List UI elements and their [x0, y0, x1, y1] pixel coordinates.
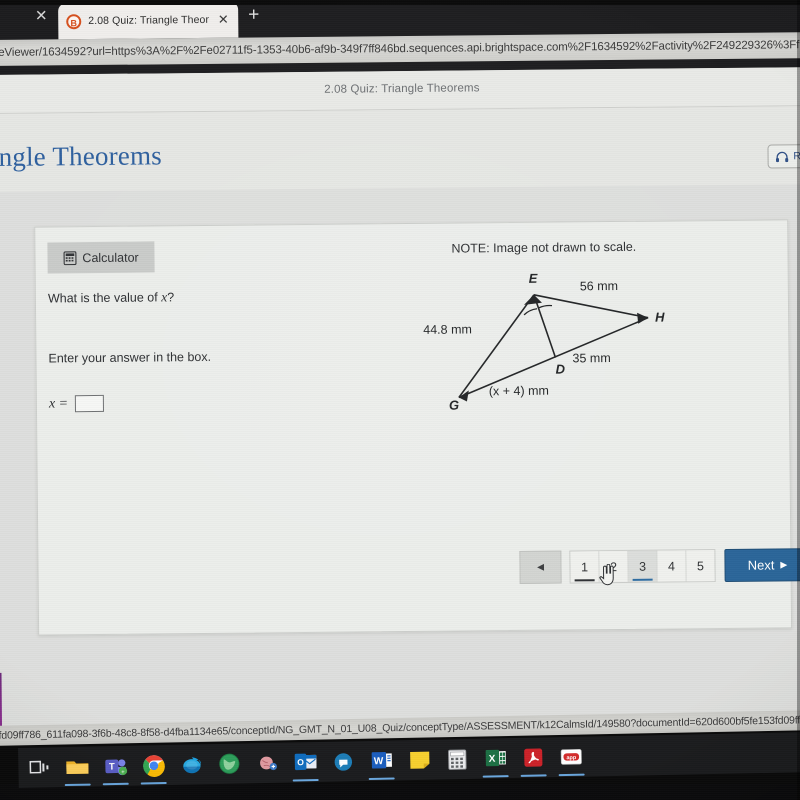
outlook-icon[interactable]: O — [290, 747, 321, 778]
side-label-EH: 56 mm — [580, 279, 618, 293]
adobe-acrobat-icon[interactable] — [518, 742, 549, 773]
svg-text:T: T — [108, 761, 114, 772]
answer-instruction: Enter your answer in the box. — [48, 349, 212, 366]
question-card: Calculator What is the value of x? Enter… — [34, 219, 800, 636]
pagination-page-1[interactable]: 1 — [570, 551, 600, 583]
brightspace-b-icon: B — [66, 13, 82, 29]
svg-text:+: + — [121, 769, 125, 775]
svg-text:W: W — [373, 756, 383, 767]
page-title: 2.08 Quiz: Triangle Theorems — [324, 82, 480, 96]
vertex-label-E: E — [529, 271, 538, 286]
side-label-GE: 44.8 mm — [423, 322, 472, 336]
pagination: ◀ 1 2 3 4 5 Next ▶ — [519, 548, 800, 584]
vertex-label-G: G — [449, 398, 459, 413]
side-label-DH: 35 mm — [572, 351, 610, 365]
previous-tab-close-icon[interactable]: ✕ — [32, 7, 50, 25]
pagination-page-3[interactable]: 3 — [628, 550, 658, 582]
answer-input[interactable] — [75, 394, 105, 413]
figure-note: NOTE: Image not drawn to scale. — [451, 239, 637, 256]
red-app-icon[interactable]: app — [556, 742, 587, 773]
browser-tab-title: 2.08 Quiz: Triangle Theorems — [88, 13, 210, 28]
pagination-page-2[interactable]: 2 — [599, 550, 629, 583]
microsoft-word-icon[interactable]: W — [366, 745, 397, 776]
chevron-right-icon: ▶ — [780, 559, 788, 570]
page-content: 2.08 Quiz: Triangle Theorems IZ: riangle… — [0, 67, 800, 738]
quiz-header: IZ: riangle Theorems Rea — [0, 106, 800, 192]
svg-text:O: O — [297, 757, 304, 767]
desk-surface — [0, 784, 800, 800]
triangle-diagram-svg: E H D G 56 mm 44.8 mm 35 mm (x + 4) mm — [423, 271, 665, 413]
new-tab-button[interactable]: + — [248, 4, 259, 25]
screen-photo: ✕ B 2.08 Quiz: Triangle Theorems ✕ + ceV… — [0, 0, 800, 800]
internet-explorer-icon[interactable] — [176, 749, 207, 780]
monitor-bezel-top — [0, 0, 800, 5]
vertex-label-H: H — [655, 310, 665, 325]
headphones-icon — [775, 151, 788, 162]
pagination-page-4[interactable]: 4 — [657, 550, 687, 582]
pagination-prev-button[interactable]: ◀ — [519, 550, 562, 584]
quiz-title-heading: riangle Theorems — [0, 140, 163, 173]
question-prompt-after: ? — [167, 290, 175, 305]
read-aloud-button[interactable]: Rea — [767, 144, 800, 169]
question-prompt: What is the value of x? — [48, 289, 174, 306]
answer-label: x = — [48, 395, 69, 411]
microsoft-teams-icon[interactable]: T + — [100, 751, 131, 782]
browser-window: ✕ B 2.08 Quiz: Triangle Theorems ✕ + ceV… — [0, 0, 800, 738]
calculator-app-icon[interactable] — [442, 744, 473, 775]
chat-bubble-icon[interactable] — [328, 746, 359, 777]
svg-text:X: X — [488, 754, 495, 765]
calculator-label: Calculator — [82, 250, 139, 265]
browser-tab-active[interactable]: B 2.08 Quiz: Triangle Theorems ✕ — [58, 1, 239, 40]
pagination-page-5[interactable]: 5 — [686, 550, 715, 582]
close-icon[interactable]: ✕ — [216, 12, 230, 28]
google-chrome-icon[interactable] — [138, 750, 169, 781]
svg-text:app: app — [566, 755, 577, 761]
brain-app-icon[interactable] — [252, 748, 283, 779]
microsoft-excel-icon[interactable]: X — [480, 743, 511, 774]
answer-row: x = — [48, 394, 105, 413]
address-bar-url: ceViewer/1634592?url=https%3A%2F%2Fe0271… — [0, 38, 800, 59]
task-view-icon[interactable] — [24, 752, 55, 783]
side-label-GD: (x + 4) mm — [489, 384, 549, 399]
pagination-numbers: 1 2 3 4 5 — [569, 549, 716, 584]
geometry-figure: NOTE: Image not drawn to scale. E H D G … — [411, 235, 743, 438]
file-explorer-icon[interactable] — [62, 752, 93, 783]
vertex-label-D: D — [556, 361, 566, 376]
calculator-icon — [63, 250, 77, 265]
green-globe-icon[interactable] — [214, 748, 245, 779]
next-button-label: Next — [747, 557, 775, 573]
sticky-notes-icon[interactable] — [404, 745, 435, 776]
next-button[interactable]: Next ▶ — [724, 548, 800, 582]
question-prompt-before: What is the value of — [47, 290, 162, 306]
calculator-button[interactable]: Calculator — [47, 241, 155, 274]
